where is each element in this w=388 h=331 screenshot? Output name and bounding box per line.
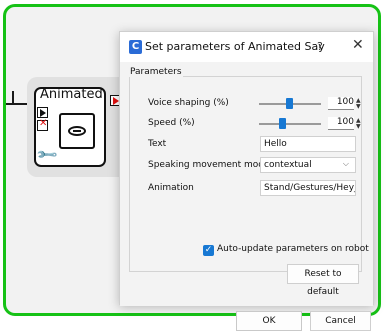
auto-update-label[interactable]: Auto-update parameters on robot: [217, 244, 369, 254]
speed-spinbox[interactable]: 100: [328, 117, 354, 130]
speaking-mode-value: contextual: [264, 160, 312, 170]
speed-label: Speed (%): [148, 118, 195, 128]
voice-shaping-label: Voice shaping (%): [148, 98, 229, 108]
speaking-mode-label: Speaking movement mode: [148, 160, 270, 170]
spin-arrows-icon[interactable]: ▲ ▼: [356, 118, 361, 130]
speaking-mode-select[interactable]: contextual ⌵: [260, 157, 356, 173]
parameters-dialog: C Set parameters of Animated Say ? ✕ Par…: [119, 31, 374, 331]
help-button[interactable]: ?: [317, 40, 323, 53]
app-icon: C: [129, 40, 142, 54]
cancel-button[interactable]: Cancel: [310, 311, 371, 331]
voice-shaping-slider-handle[interactable]: [286, 98, 293, 109]
box-title: Animated: [40, 87, 102, 102]
close-button[interactable]: ✕: [352, 37, 364, 53]
animation-input[interactable]: Stand/Gestures/Hey_2: [260, 180, 356, 196]
spin-arrows-icon[interactable]: ▲ ▼: [356, 98, 361, 110]
chevron-down-icon: ⌵: [342, 159, 349, 168]
group-label: Parameters: [129, 67, 183, 77]
reset-to-default-button[interactable]: Reset to default: [287, 264, 359, 297]
voice-shaping-spinbox[interactable]: 100: [328, 97, 354, 110]
text-label: Text: [148, 139, 167, 149]
speech-mouth-icon: [59, 113, 95, 149]
ok-button[interactable]: OK: [236, 311, 302, 331]
dialog-titlebar[interactable]: C Set parameters of Animated Say ? ✕: [120, 32, 373, 62]
onstop-input-port[interactable]: [37, 118, 48, 131]
speed-slider[interactable]: [259, 123, 321, 125]
text-input[interactable]: Hello: [260, 136, 356, 152]
dialog-title: Set parameters of Animated Say: [145, 40, 325, 53]
connection-line: [6, 103, 28, 105]
speed-slider-handle[interactable]: [279, 118, 286, 129]
onstart-input-port[interactable]: [37, 107, 48, 118]
auto-update-checkbox[interactable]: ✓: [203, 245, 214, 256]
animation-label: Animation: [148, 183, 194, 193]
